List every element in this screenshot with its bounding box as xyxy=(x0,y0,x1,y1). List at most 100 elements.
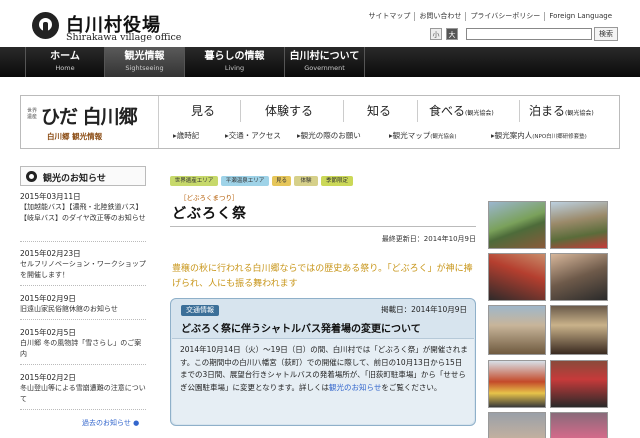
notice-body-tail: をご覧ください。 xyxy=(381,382,442,392)
news-text[interactable]: 白川郷 冬の風物詩「雪さらし」のご案内 xyxy=(20,338,146,360)
category-experience-label: 体験する xyxy=(265,104,314,118)
news-text[interactable]: 旧遠山家民俗館休館のお知らせ xyxy=(20,304,146,315)
logo-title: ひだ 白川郷 xyxy=(41,106,138,128)
photo-thumbnail[interactable] xyxy=(488,412,546,438)
news-item[interactable]: 2015年02月2日 冬山登山等による雪崩遭難の注意について xyxy=(20,372,146,410)
sub-link-guide-note: (NPO白川郷研修套塾) xyxy=(532,134,587,140)
category-stay[interactable]: 泊まる(観光協会) xyxy=(529,102,594,119)
category-eat-note: (観光協会) xyxy=(465,110,494,117)
shirakawago-logo[interactable]: 世界遺産 ひだ 白川郷 白川郷 観光情報 xyxy=(21,96,159,148)
sub-link-guide[interactable]: ▸観光案内人(NPO白川郷研修套塾) xyxy=(491,130,587,141)
util-link-sitemap[interactable]: サイトマップ xyxy=(364,12,414,21)
news-text[interactable]: 【加越能バス】【濃飛・北陸鉄道バス】【岐阜バス】のダイヤ改正等のお知らせ xyxy=(20,202,146,224)
font-size-small-button[interactable]: 小 xyxy=(430,28,442,40)
utility-links: サイトマップ お問い合わせ プライバシーポリシー Foreign Languag… xyxy=(364,12,616,21)
news-date: 2015年03月11日 xyxy=(20,192,81,201)
news-item[interactable]: 2015年02月5日 白川郷 冬の風物詩「雪さらし」のご案内 xyxy=(20,327,146,365)
tag-experience[interactable]: 体験 xyxy=(294,176,318,186)
news-text[interactable]: 冬山登山等による雪崩遭難の注意について xyxy=(20,383,146,405)
photo-thumbnail[interactable] xyxy=(488,305,546,355)
notice-link[interactable]: 観光のお知らせ xyxy=(329,383,381,392)
search-input[interactable] xyxy=(466,28,592,40)
sub-link-map-label: 観光マップ xyxy=(392,131,431,140)
notice-title: どぶろく祭に伴うシャトルバス発着場の変更について xyxy=(181,324,421,335)
nav-sightseeing-en-label: Sightseeing xyxy=(125,64,164,72)
site-subtitle: Shirakawa village office xyxy=(66,32,182,43)
nav-living-label: 暮らしの情報 xyxy=(204,51,265,62)
news-item[interactable]: 2015年03月11日 【加越能バス】【濃飛・北陸鉄道バス】【岐阜バス】のダイヤ… xyxy=(20,191,146,242)
news-heading: 観光のお知らせ xyxy=(20,166,146,186)
tag-seasonal[interactable]: 季節限定 xyxy=(321,176,353,186)
article-title-reading: ［どぶろくまつり］ xyxy=(180,194,239,202)
village-logo-icon[interactable] xyxy=(32,12,59,39)
tourism-banner: 世界遺産 ひだ 白川郷 白川郷 観光情報 見る 体験する 知る 食べる(観光協会… xyxy=(20,95,620,149)
photo-thumbnail[interactable] xyxy=(550,305,608,355)
news-date: 2015年02月23日 xyxy=(20,249,81,258)
nav-home[interactable]: ホーム Home xyxy=(25,47,105,77)
sub-link-calendar[interactable]: ▸歳時記 xyxy=(173,130,199,141)
village-logo-icon xyxy=(26,171,37,182)
last-updated: 最終更新日：2014年10月9日 xyxy=(381,235,476,243)
main-navigation: ホーム Home 観光情報 Sightseeing 暮らしの情報 Living … xyxy=(0,47,640,77)
photo-thumbnail[interactable] xyxy=(488,360,546,408)
news-heading-label: 観光のお知らせ xyxy=(43,174,106,184)
news-item[interactable]: 2015年02月23日 セルフリノベーション・ワークショップを開催します！ xyxy=(20,248,146,286)
category-eat-label: 食べる xyxy=(429,104,466,118)
nav-home-label: ホーム xyxy=(50,51,80,62)
logo-subtitle: 白川郷 観光情報 xyxy=(47,132,103,141)
logo-tiny-text: 世界遺産 xyxy=(27,108,38,120)
notice-date: 掲載日：2014年10月9日 xyxy=(381,305,467,314)
past-news-link[interactable]: 過去のお知らせ ● xyxy=(82,418,139,428)
notice-body: 2014年10月14日（火）～19日（日）の間、白川村では「どぶろく祭」が開催さ… xyxy=(180,344,468,394)
nav-government[interactable]: 白川村について Government xyxy=(285,47,365,77)
notice-body-panel: 2014年10月14日（火）～19日（日）の間、白川村では「どぶろく祭」が開催さ… xyxy=(172,338,474,424)
tag-see[interactable]: 見る xyxy=(272,176,291,186)
photo-thumbnail[interactable] xyxy=(550,412,608,438)
category-divider xyxy=(417,100,418,122)
category-see-label: 見る xyxy=(191,104,216,118)
category-stay-note: (観光協会) xyxy=(565,110,594,117)
nav-living[interactable]: 暮らしの情報 Living xyxy=(185,47,285,77)
category-divider xyxy=(343,100,344,122)
nav-government-en-label: Government xyxy=(304,64,345,72)
util-link-foreign-language[interactable]: Foreign Language xyxy=(544,12,616,21)
news-date: 2015年02月9日 xyxy=(20,294,76,303)
nav-government-label: 白川村について xyxy=(289,51,360,62)
nav-sightseeing-label: 観光情報 xyxy=(124,51,165,62)
photo-thumbnail[interactable] xyxy=(488,253,546,301)
util-link-contact[interactable]: お問い合わせ xyxy=(414,12,465,21)
divider xyxy=(170,226,476,227)
sub-link-access-label: 交通・アクセス xyxy=(228,131,281,140)
nav-sightseeing[interactable]: 観光情報 Sightseeing xyxy=(105,47,185,77)
site-header: 白川村役場 Shirakawa village office サイトマップ お問… xyxy=(0,0,640,46)
category-divider xyxy=(240,100,241,122)
article-lead: 豊穣の秋に行われる白川郷ならではの歴史ある祭り。「どぶろく」が神に捧げられ、人に… xyxy=(172,264,473,289)
nav-living-en-label: Living xyxy=(224,64,245,72)
news-text[interactable]: セルフリノベーション・ワークショップを開催します！ xyxy=(20,259,146,281)
news-item[interactable]: 2015年02月9日 旧遠山家民俗館休館のお知らせ xyxy=(20,293,146,320)
font-size-large-button[interactable]: 大 xyxy=(446,28,458,40)
category-learn[interactable]: 知る xyxy=(367,102,391,119)
util-link-privacy[interactable]: プライバシーポリシー xyxy=(465,12,544,21)
news-date: 2015年02月2日 xyxy=(20,373,76,382)
photo-thumbnail[interactable] xyxy=(550,201,608,249)
search-button[interactable]: 検索 xyxy=(594,27,618,41)
sub-link-requests[interactable]: ▸観光の際のお願い xyxy=(297,130,361,141)
sub-link-guide-label: 観光案内人 xyxy=(494,131,533,140)
news-date: 2015年02月5日 xyxy=(20,328,76,337)
nav-home-en-label: Home xyxy=(55,64,75,72)
photo-thumbnail[interactable] xyxy=(550,360,608,408)
photo-thumbnail[interactable] xyxy=(550,253,608,301)
sub-link-map[interactable]: ▸観光マップ(観光協会) xyxy=(389,130,457,141)
sub-link-access[interactable]: ▸交通・アクセス xyxy=(225,130,281,141)
transport-notice: 交通情報 掲載日：2014年10月9日 どぶろく祭に伴うシャトルバス発着場の変更… xyxy=(170,298,476,426)
category-experience[interactable]: 体験する xyxy=(265,102,313,119)
sub-link-calendar-label: 歳時記 xyxy=(176,131,200,140)
category-see[interactable]: 見る xyxy=(191,102,215,119)
tag-hirase-onsen-area[interactable]: 平瀬温泉エリア xyxy=(221,176,269,186)
category-eat[interactable]: 食べる(観光協会) xyxy=(429,102,494,119)
category-divider xyxy=(519,100,520,122)
photo-thumbnail[interactable] xyxy=(488,201,546,249)
tag-world-heritage-area[interactable]: 世界遺産エリア xyxy=(170,176,218,186)
sub-link-map-note: (観光協会) xyxy=(430,134,457,140)
